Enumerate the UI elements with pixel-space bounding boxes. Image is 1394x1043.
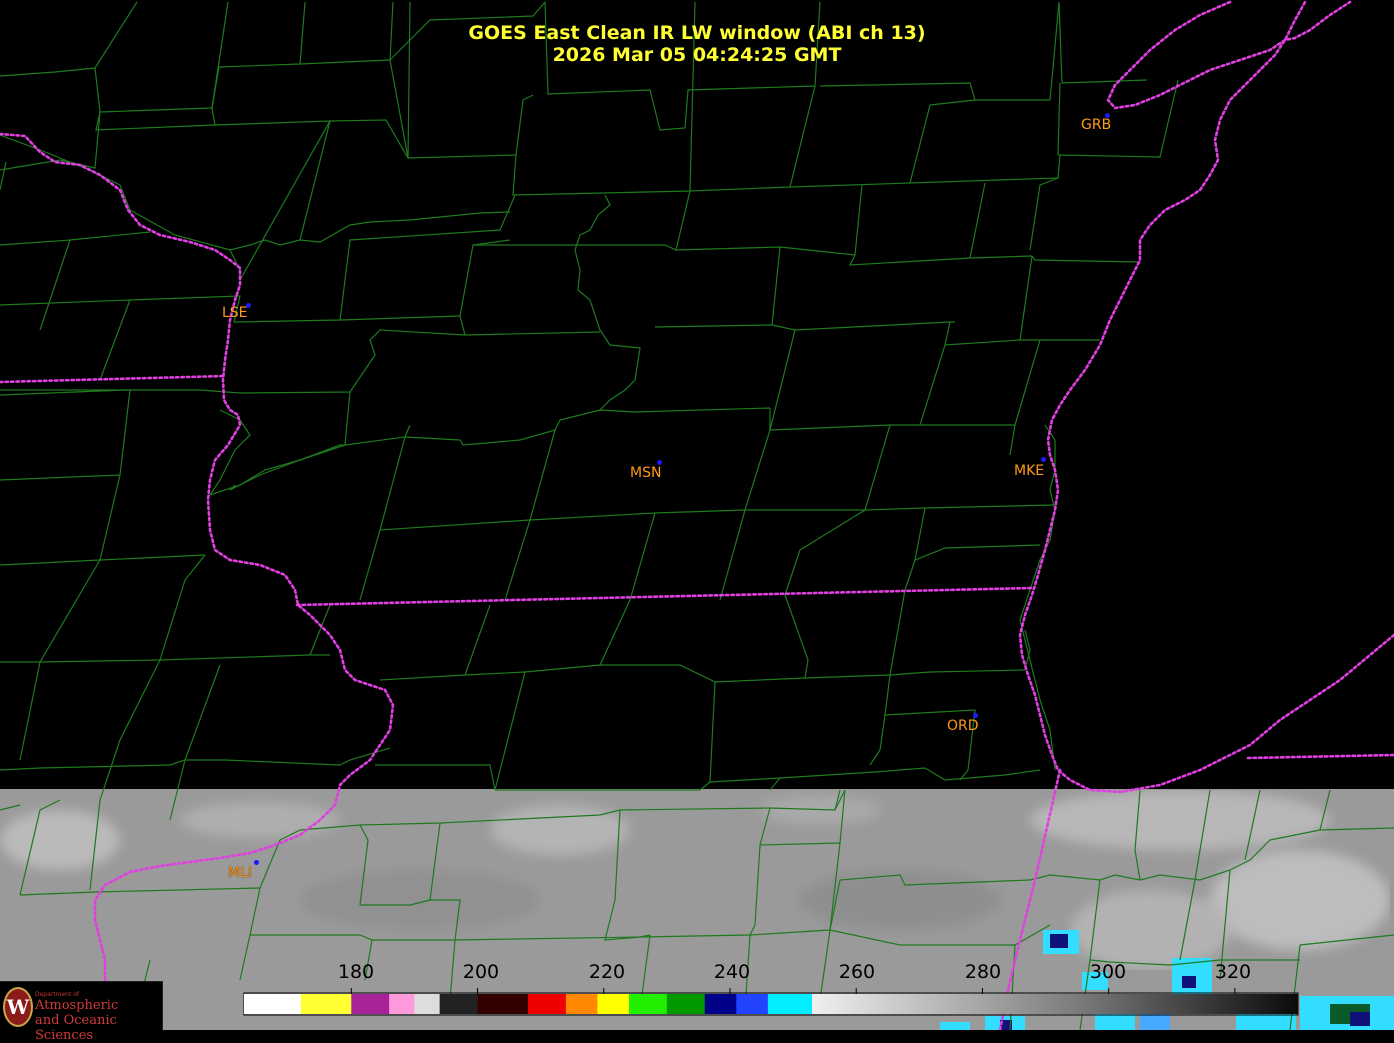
colorbar-segment	[597, 994, 630, 1014]
aos-logo: W Department of Atmospheric and Oceanic …	[0, 981, 163, 1043]
colorbar-segment	[528, 994, 567, 1014]
colorbar-tick: 200	[462, 961, 500, 983]
colorbar-segment	[389, 994, 415, 1014]
city-marker-mke	[1041, 457, 1046, 462]
colorbar-segment	[666, 994, 706, 1014]
ir-cloud-layer	[0, 789, 1394, 1030]
colorbar-tick: 280	[964, 961, 1002, 983]
colorbar-tick: 320	[1214, 961, 1252, 983]
satellite-map	[0, 0, 1394, 1030]
colorbar-segment	[767, 994, 813, 1014]
city-label-ord: ORD	[947, 718, 979, 734]
logo-line1: Atmospheric	[35, 998, 119, 1013]
colorbar-tick: 300	[1089, 961, 1127, 983]
logo-dept-text: Department of	[35, 991, 79, 998]
city-label-lse: LSE	[222, 305, 248, 321]
city-label-mli: MLI	[228, 865, 253, 881]
colorbar-segment	[414, 994, 441, 1014]
colorbar-segment	[300, 994, 352, 1014]
colorbar-segment	[565, 994, 598, 1014]
colorbar-tick: 260	[838, 961, 876, 983]
city-label-mke: MKE	[1014, 463, 1045, 479]
city-label-msn: MSN	[630, 465, 662, 481]
uw-seal-icon: W	[3, 987, 33, 1027]
map-timestamp: 2026 Mar 05 04:24:25 GMT	[552, 44, 842, 66]
colorbar-tick: 240	[713, 961, 751, 983]
colorbar-segment	[351, 994, 390, 1014]
colorbar-segment	[736, 994, 769, 1014]
colorbar-segment	[439, 994, 479, 1014]
city-label-grb: GRB	[1081, 117, 1112, 133]
logo-line2: and Oceanic Sciences	[35, 1013, 117, 1043]
colorbar-segment	[812, 994, 1299, 1014]
colorbar-tick: 180	[337, 961, 375, 983]
colorbar-tick: 220	[588, 961, 626, 983]
city-marker-mli	[254, 860, 259, 865]
map-title: GOES East Clean IR LW window (ABI ch 13)	[468, 22, 926, 44]
colorbar-segment	[704, 994, 737, 1014]
colorbar-segment	[628, 994, 668, 1014]
colorbar-segment	[244, 994, 302, 1014]
colorbar-segment	[477, 994, 529, 1014]
